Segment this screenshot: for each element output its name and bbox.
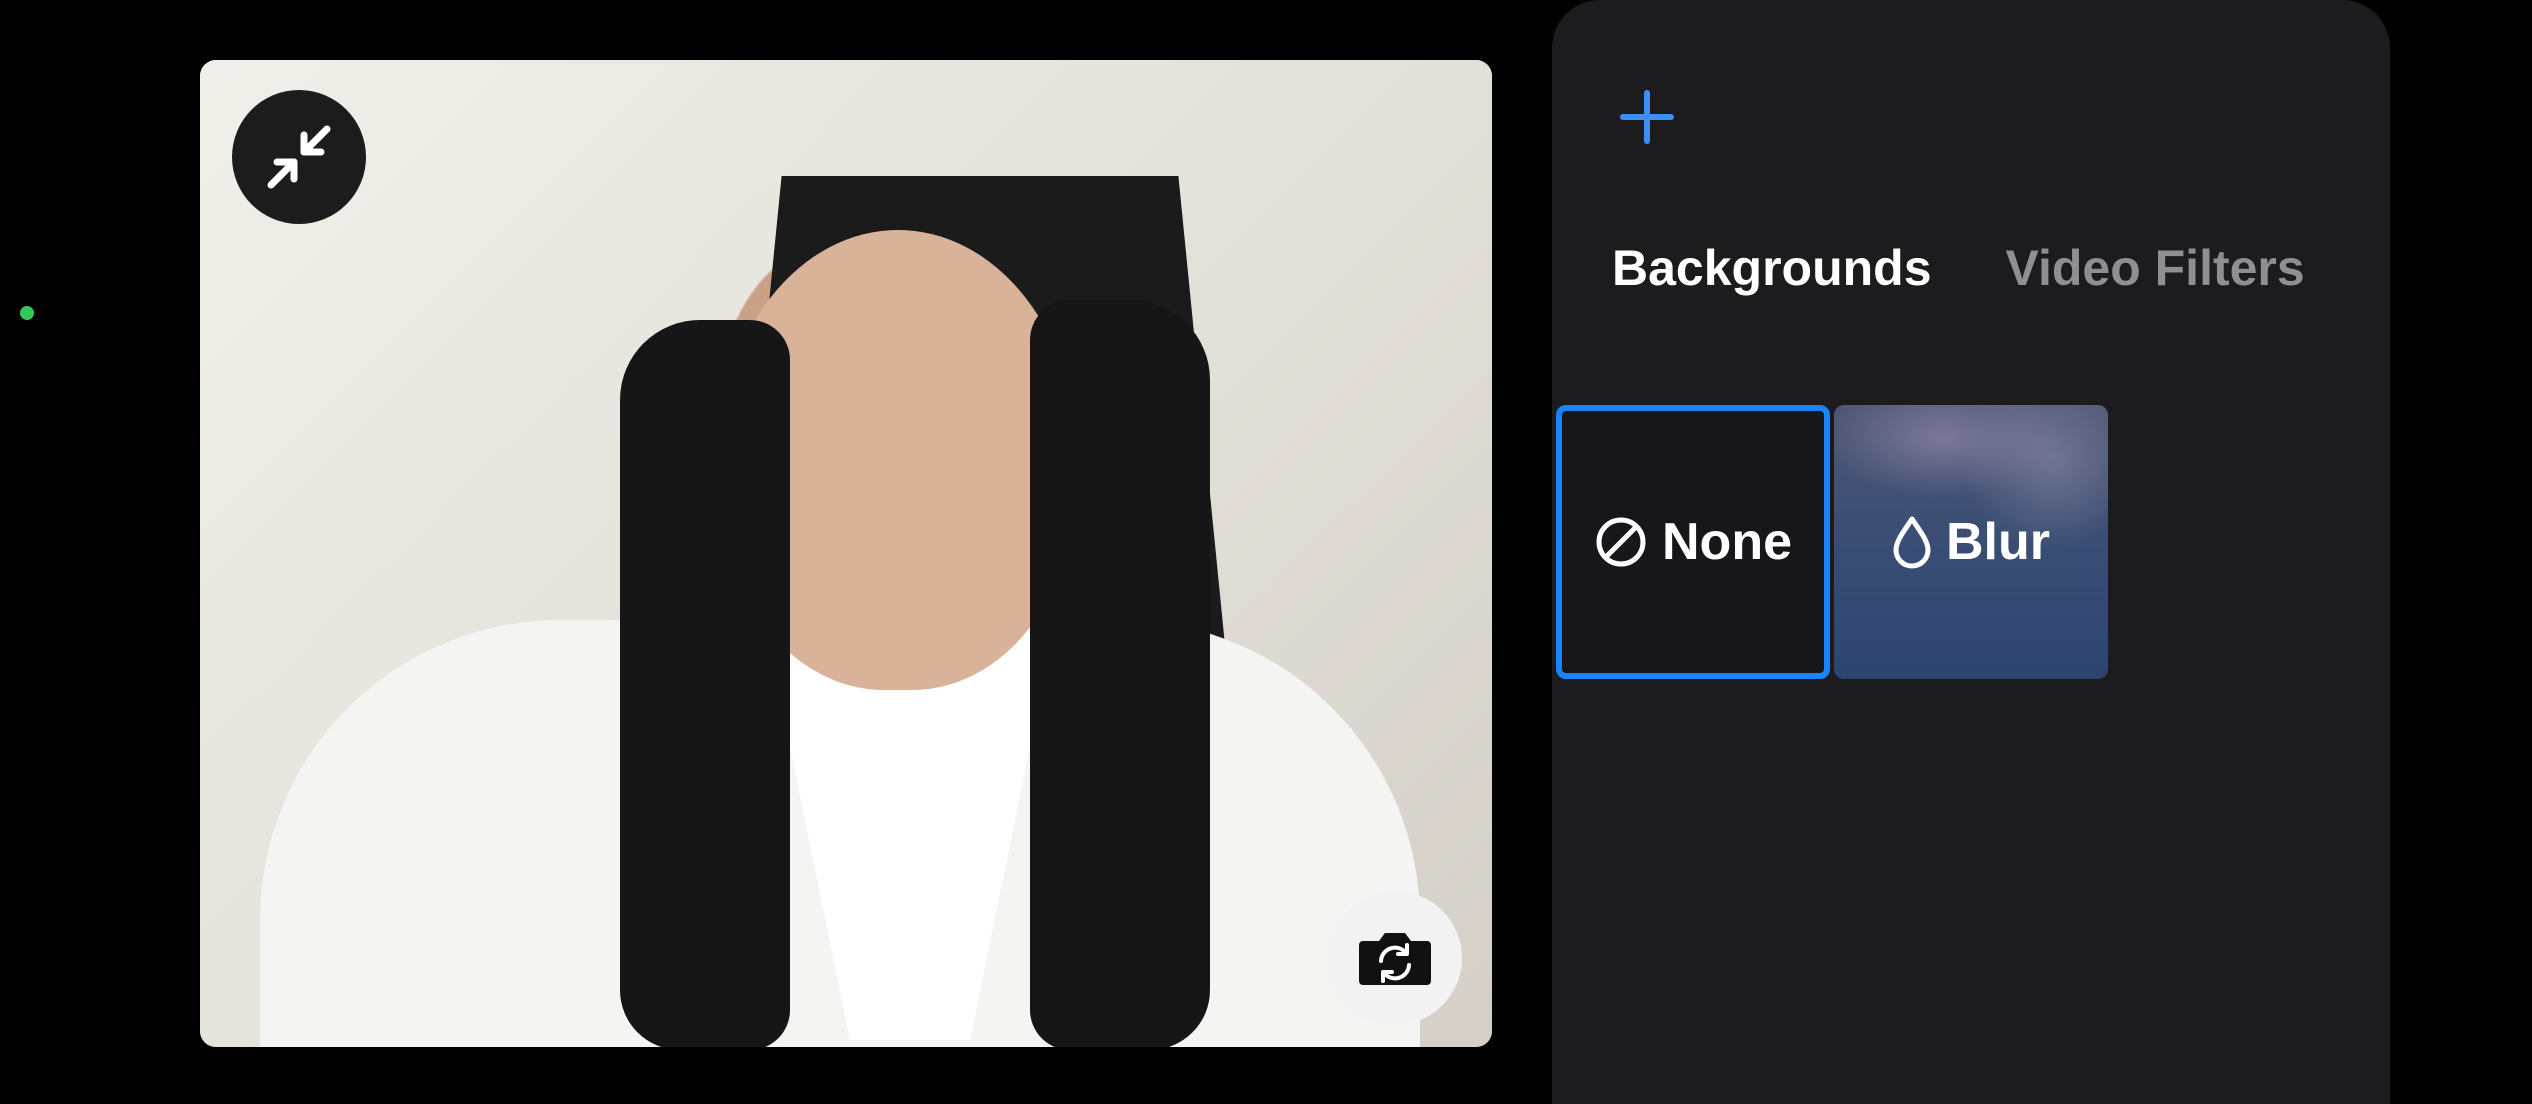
option-none-label: None [1662,513,1792,571]
tab-video-filters[interactable]: Video Filters [2006,232,2305,304]
add-background-button[interactable] [1610,80,1684,154]
feed-hair-right-shape [1030,300,1210,1047]
plus-icon [1620,90,1674,144]
background-option-none[interactable]: None [1556,405,1830,679]
tab-backgrounds[interactable]: Backgrounds [1612,232,1932,304]
effects-tabs: Backgrounds Video Filters [1612,232,2305,304]
flip-camera-button[interactable] [1328,891,1462,1025]
camera-flip-icon [1359,933,1431,985]
collapse-arrows-icon [267,125,331,189]
screen: Backgrounds Video Filters None Blur [0,0,2532,1104]
camera-preview [200,60,1492,1047]
status-indicator-dot [20,306,34,320]
collapse-preview-button[interactable] [232,90,366,224]
prohibited-icon [1596,517,1646,567]
effects-panel: Backgrounds Video Filters None Blur [1552,0,2390,1104]
camera-feed [200,60,1492,1047]
droplet-icon [1893,516,1931,569]
option-blur-label: Blur [1946,513,2050,571]
feed-hair-left-shape [620,320,790,1047]
background-option-blur[interactable]: Blur [1834,405,2108,679]
background-options: None Blur [1556,405,2108,679]
